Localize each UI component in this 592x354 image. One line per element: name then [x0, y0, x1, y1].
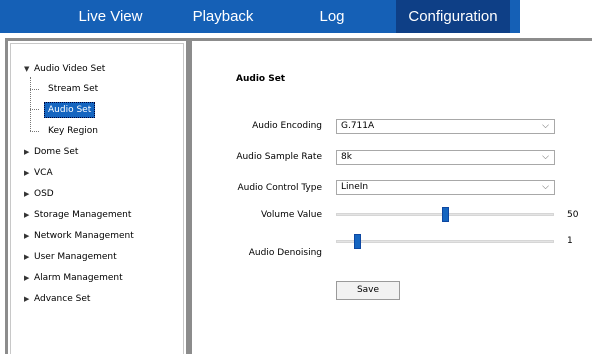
audio-sample-rate-label: Audio Sample Rate [236, 152, 322, 162]
tree-group-storage-management[interactable]: ▶ Storage Management [24, 208, 131, 222]
volume-value-label: Volume Value [260, 210, 322, 220]
tree-connector [30, 131, 39, 132]
tree-group-alarm-management[interactable]: ▶ Alarm Management [24, 271, 123, 285]
audio-settings-panel: Audio Set Audio Encoding G.711A ⌵ Audio … [189, 38, 592, 354]
chevron-down-icon: ⌵ [542, 152, 549, 162]
sidebar-tree: ▼ Audio Video Set Stream Set Audio Set Ke… [10, 43, 184, 354]
save-button[interactable]: Save [336, 281, 400, 300]
tree-group-label: Storage Management [34, 210, 132, 220]
audio-encoding-label: Audio Encoding [252, 121, 322, 131]
audio-encoding-select[interactable]: G.711A ⌵ [336, 119, 555, 134]
tree-group-osd[interactable]: ▶ OSD [24, 187, 54, 201]
section-title: Audio Set [236, 74, 286, 84]
collapsed-arrow-icon: ▶ [24, 253, 30, 261]
audio-sample-rate-value: 8k [341, 152, 352, 162]
tree-group-label: Network Management [34, 231, 134, 241]
volume-slider-thumb[interactable] [442, 207, 449, 222]
collapsed-arrow-icon: ▶ [24, 148, 30, 156]
tree-group-network-management[interactable]: ▶ Network Management [24, 229, 134, 243]
audio-denoising-label: Audio Denoising [248, 248, 322, 258]
tree-group-label: Audio Video Set [34, 64, 106, 74]
denoising-value: 1 [567, 236, 573, 246]
tree-group-label: VCA [34, 168, 53, 178]
tab-live-view[interactable]: Live View [48, 0, 173, 33]
chevron-down-icon: ⌵ [542, 121, 549, 131]
tree-item-audio-set[interactable]: Audio Set [44, 102, 96, 118]
tree-group-label: OSD [34, 189, 54, 199]
tab-log[interactable]: Log [273, 0, 391, 33]
chevron-down-icon: ⌵ [542, 182, 549, 192]
collapsed-arrow-icon: ▶ [24, 295, 30, 303]
collapsed-arrow-icon: ▶ [24, 274, 30, 282]
tree-group-audio-video-set[interactable]: ▼ Audio Video Set [24, 62, 105, 76]
audio-control-type-value: LineIn [341, 182, 369, 192]
tree-connector [30, 109, 39, 110]
audio-sample-rate-select[interactable]: 8k ⌵ [336, 150, 555, 165]
denoising-slider-track[interactable] [336, 240, 554, 243]
audio-encoding-value: G.711A [341, 121, 375, 131]
sidebar: ▼ Audio Video Set Stream Set Audio Set Ke… [5, 38, 189, 354]
top-nav-bar: Live View Playback Log Configuration [0, 0, 592, 33]
tree-group-label: User Management [34, 252, 117, 262]
collapsed-arrow-icon: ▶ [24, 169, 30, 177]
audio-control-type-label: Audio Control Type [237, 183, 322, 193]
collapsed-arrow-icon: ▶ [24, 190, 30, 198]
tab-playback[interactable]: Playback [173, 0, 273, 33]
collapsed-arrow-icon: ▶ [24, 211, 30, 219]
expanded-arrow-icon: ▼ [24, 65, 30, 73]
collapsed-arrow-icon: ▶ [24, 232, 30, 240]
tree-item-stream-set[interactable]: Stream Set [48, 82, 98, 96]
tree-connector [30, 89, 39, 90]
audio-control-type-select[interactable]: LineIn ⌵ [336, 180, 555, 195]
tree-group-dome-set[interactable]: ▶ Dome Set [24, 145, 78, 159]
tree-group-vca[interactable]: ▶ VCA [24, 166, 53, 180]
tree-group-user-management[interactable]: ▶ User Management [24, 250, 117, 264]
tree-item-key-region[interactable]: Key Region [48, 124, 98, 138]
volume-value: 50 [567, 210, 579, 220]
tree-group-label: Advance Set [34, 294, 91, 304]
tab-configuration[interactable]: Configuration [396, 0, 510, 33]
tree-group-label: Dome Set [34, 147, 79, 157]
tree-connector [30, 77, 31, 131]
tree-group-advance-set[interactable]: ▶ Advance Set [24, 292, 90, 306]
denoising-slider-thumb[interactable] [354, 234, 361, 249]
tree-group-label: Alarm Management [34, 273, 123, 283]
